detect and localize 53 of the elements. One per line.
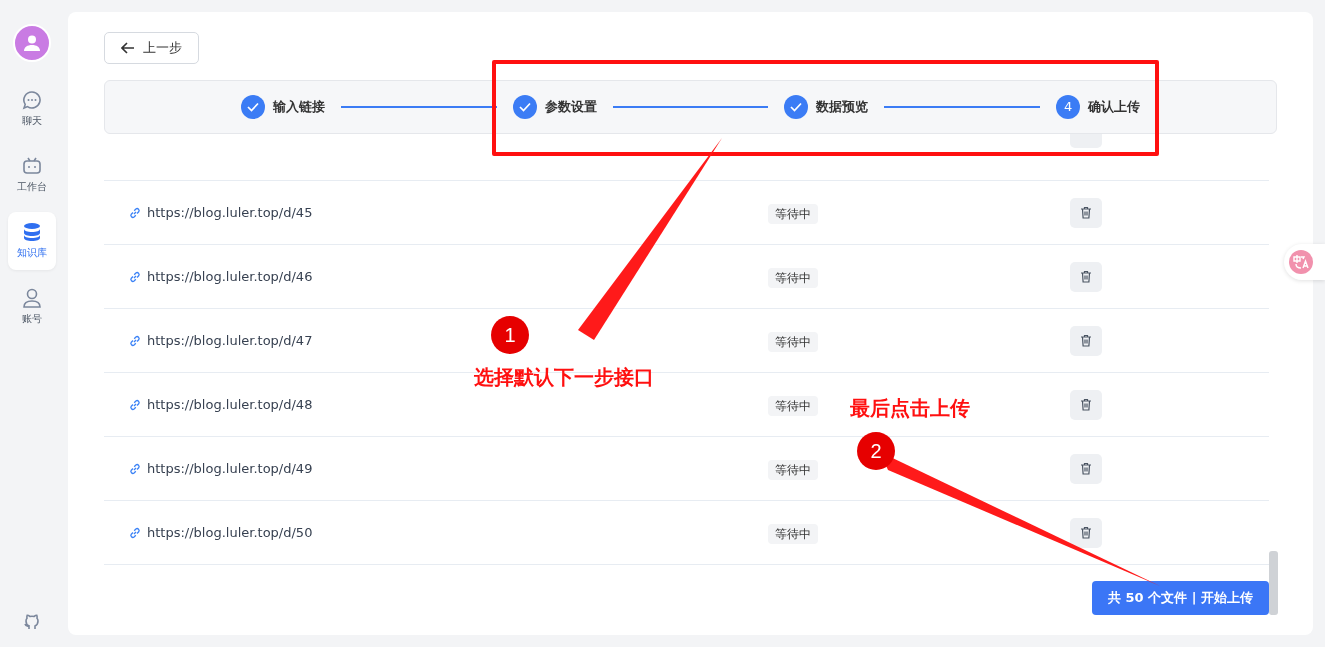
delete-button[interactable]: [1070, 197, 1102, 228]
chat-icon: [22, 90, 42, 110]
annotation-text: 最后点击上传: [850, 395, 970, 422]
trash-icon: [1080, 398, 1092, 411]
step-label: 输入链接: [273, 97, 325, 116]
nav-item[interactable]: 账号: [8, 278, 56, 336]
step-label: 参数设置: [544, 97, 597, 116]
trash-icon: [1080, 462, 1092, 475]
scrollbar[interactable]: [1269, 551, 1278, 615]
url-link[interactable]: https://blog.luler.top/d/50: [147, 525, 313, 540]
status-tag: 等待中: [768, 459, 818, 480]
url-link[interactable]: https://blog.luler.top/d/45: [147, 205, 313, 220]
nav-item[interactable]: 工作台: [8, 146, 56, 204]
step-number: 4: [1056, 94, 1080, 119]
upload-button[interactable]: 共 50 个文件 | 开始上传: [1092, 581, 1269, 615]
delete-button[interactable]: [1070, 325, 1102, 356]
url-link[interactable]: https://blog.luler.top/d/46: [147, 269, 313, 284]
trash-icon: [1080, 206, 1092, 219]
status-tag: 等待中: [768, 203, 818, 224]
link-icon: [128, 525, 142, 540]
nav-item[interactable]: 聊天: [8, 80, 56, 138]
back-button[interactable]: 上一步: [104, 32, 199, 64]
delete-button[interactable]: [1070, 389, 1102, 420]
status-tag: 等待中: [768, 331, 818, 352]
trash-icon: [1080, 270, 1092, 283]
annotation-text: 选择默认下一步接口: [474, 364, 654, 391]
avatar[interactable]: [13, 24, 51, 62]
user-icon: [22, 288, 42, 308]
step-label: 确认上传: [1088, 97, 1140, 116]
robot-icon: [22, 156, 42, 176]
nav-item[interactable]: 知识库: [8, 212, 56, 270]
delete-button[interactable]: [1070, 261, 1102, 292]
trash-icon: [1080, 526, 1092, 539]
url-link[interactable]: https://blog.luler.top/d/49: [147, 461, 313, 476]
status-tag: 等待中: [768, 395, 818, 416]
url-link[interactable]: https://blog.luler.top/d/47: [147, 333, 313, 348]
delete-button[interactable]: [1070, 453, 1102, 484]
status-tag: 等待中: [768, 267, 818, 288]
link-icon: [128, 397, 142, 412]
trash-icon: [1080, 334, 1092, 347]
link-icon: [128, 333, 142, 348]
translate-button[interactable]: [1284, 244, 1325, 280]
database-icon: [22, 222, 42, 242]
user-icon: [23, 34, 41, 52]
url-link[interactable]: https://blog.luler.top/d/48: [147, 397, 313, 412]
link-icon: [128, 461, 142, 476]
step-label: 数据预览: [816, 97, 869, 116]
delete-button[interactable]: [1070, 517, 1102, 548]
translate-icon: [1289, 250, 1313, 274]
link-icon: [128, 205, 142, 220]
status-tag: 等待中: [768, 523, 818, 544]
arrow-left-icon: [121, 41, 135, 54]
link-icon: [128, 269, 142, 284]
